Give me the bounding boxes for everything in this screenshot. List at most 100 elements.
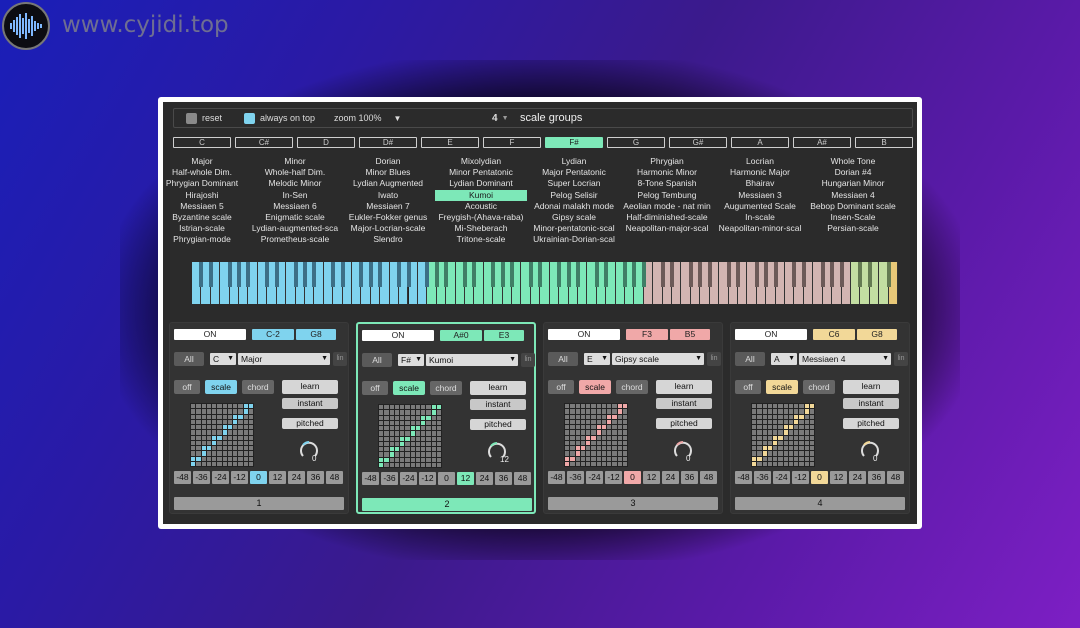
grid-cell[interactable] — [389, 457, 394, 462]
grid-cell[interactable] — [794, 451, 799, 456]
grid-cell[interactable] — [783, 461, 788, 466]
grid-cell[interactable] — [212, 446, 217, 451]
grid-cell[interactable] — [389, 426, 394, 431]
grid-cell[interactable] — [421, 447, 426, 452]
black-key[interactable] — [641, 262, 646, 287]
grid-cell[interactable] — [591, 446, 596, 451]
grid-cell[interactable] — [426, 462, 431, 467]
off-button[interactable]: off — [548, 380, 574, 394]
grid-cell[interactable] — [575, 440, 580, 445]
grid-cell[interactable] — [586, 404, 591, 409]
grid-cell[interactable] — [617, 404, 622, 409]
grid-cell[interactable] — [421, 457, 426, 462]
grid-cell[interactable] — [426, 431, 431, 436]
scale-dropdown[interactable]: Major ▼ — [238, 353, 330, 365]
grid-cell[interactable] — [570, 440, 575, 445]
transpose-button[interactable]: 24 — [288, 471, 305, 484]
grid-cell[interactable] — [421, 410, 426, 415]
scale-option[interactable]: Adonai malakh mode — [528, 201, 620, 212]
scale-option[interactable]: Neapolitan-major-scal — [621, 223, 713, 234]
grid-cell[interactable] — [212, 404, 217, 409]
grid-cell[interactable] — [217, 461, 222, 466]
grid-cell[interactable] — [580, 430, 585, 435]
grid-cell[interactable] — [227, 451, 232, 456]
grid-cell[interactable] — [596, 461, 601, 466]
scale-dropdown[interactable]: Messiaen 4 ▼ — [799, 353, 891, 365]
grid-cell[interactable] — [596, 419, 601, 424]
grid-cell[interactable] — [767, 414, 772, 419]
grid-cell[interactable] — [233, 451, 238, 456]
on-toggle[interactable]: ON — [735, 329, 807, 340]
grid-cell[interactable] — [389, 436, 394, 441]
grid-cell[interactable] — [809, 456, 814, 461]
black-key[interactable] — [246, 262, 251, 287]
scale-option[interactable]: Harmonic Major — [714, 167, 806, 178]
scale-option[interactable]: Pelog Selisir — [528, 190, 620, 201]
grid-cell[interactable] — [607, 414, 612, 419]
grid-cell[interactable] — [436, 441, 441, 446]
grid-cell[interactable] — [617, 425, 622, 430]
grid-cell[interactable] — [773, 414, 778, 419]
grid-cell[interactable] — [565, 446, 570, 451]
grid-cell[interactable] — [591, 404, 596, 409]
black-key[interactable] — [792, 262, 797, 287]
root-dropdown[interactable]: A ▼ — [771, 353, 797, 365]
grid-cell[interactable] — [243, 425, 248, 430]
grid-cell[interactable] — [757, 461, 762, 466]
grid-cell[interactable] — [580, 409, 585, 414]
grid-cell[interactable] — [436, 431, 441, 436]
chord-button[interactable]: chord — [616, 380, 648, 394]
grid-cell[interactable] — [384, 405, 389, 410]
grid-cell[interactable] — [426, 452, 431, 457]
transpose-button[interactable]: -24 — [212, 471, 229, 484]
grid-cell[interactable] — [201, 461, 206, 466]
note-button-d-sharp[interactable]: D# — [359, 137, 417, 148]
grid-cell[interactable] — [421, 420, 426, 425]
transpose-button[interactable]: -24 — [586, 471, 603, 484]
grid-cell[interactable] — [384, 426, 389, 431]
scale-option[interactable]: Ukrainian-Dorian-scal — [528, 234, 620, 245]
grid-cell[interactable] — [794, 430, 799, 435]
grid-cell[interactable] — [196, 461, 201, 466]
scale-option[interactable]: Neapolitan-minor-scal — [714, 223, 806, 234]
grid-cell[interactable] — [565, 451, 570, 456]
grid-cell[interactable] — [248, 404, 253, 409]
grid-cell[interactable] — [394, 441, 399, 446]
grid-cell[interactable] — [389, 420, 394, 425]
scale-option[interactable]: Half-whole Dim. — [156, 167, 248, 178]
grid-cell[interactable] — [196, 409, 201, 414]
black-key[interactable] — [867, 262, 872, 287]
grid-cell[interactable] — [794, 446, 799, 451]
grid-cell[interactable] — [201, 446, 206, 451]
grid-cell[interactable] — [617, 440, 622, 445]
grid-cell[interactable] — [201, 404, 206, 409]
grid-cell[interactable] — [804, 440, 809, 445]
grid-cell[interactable] — [431, 431, 436, 436]
grid-cell[interactable] — [575, 404, 580, 409]
grid-cell[interactable] — [394, 410, 399, 415]
grid-cell[interactable] — [767, 435, 772, 440]
grid-cell[interactable] — [426, 441, 431, 446]
grid-cell[interactable] — [248, 425, 253, 430]
grid-cell[interactable] — [788, 451, 793, 456]
grid-cell[interactable] — [379, 436, 384, 441]
grid-cell[interactable] — [400, 441, 405, 446]
grid-cell[interactable] — [794, 425, 799, 430]
grid-cell[interactable] — [622, 456, 627, 461]
grid-cell[interactable] — [196, 404, 201, 409]
grid-cell[interactable] — [191, 461, 196, 466]
grid-cell[interactable] — [410, 431, 415, 436]
black-key[interactable] — [491, 262, 496, 287]
grid-cell[interactable] — [799, 446, 804, 451]
black-key[interactable] — [801, 262, 806, 287]
grid-cell[interactable] — [586, 430, 591, 435]
grid-cell[interactable] — [580, 461, 585, 466]
grid-cell[interactable] — [601, 414, 606, 419]
grid-cell[interactable] — [206, 435, 211, 440]
grid-cell[interactable] — [767, 446, 772, 451]
black-key[interactable] — [237, 262, 242, 287]
grid-cell[interactable] — [788, 404, 793, 409]
grid-cell[interactable] — [222, 451, 227, 456]
grid-cell[interactable] — [384, 410, 389, 415]
grid-cell[interactable] — [212, 414, 217, 419]
